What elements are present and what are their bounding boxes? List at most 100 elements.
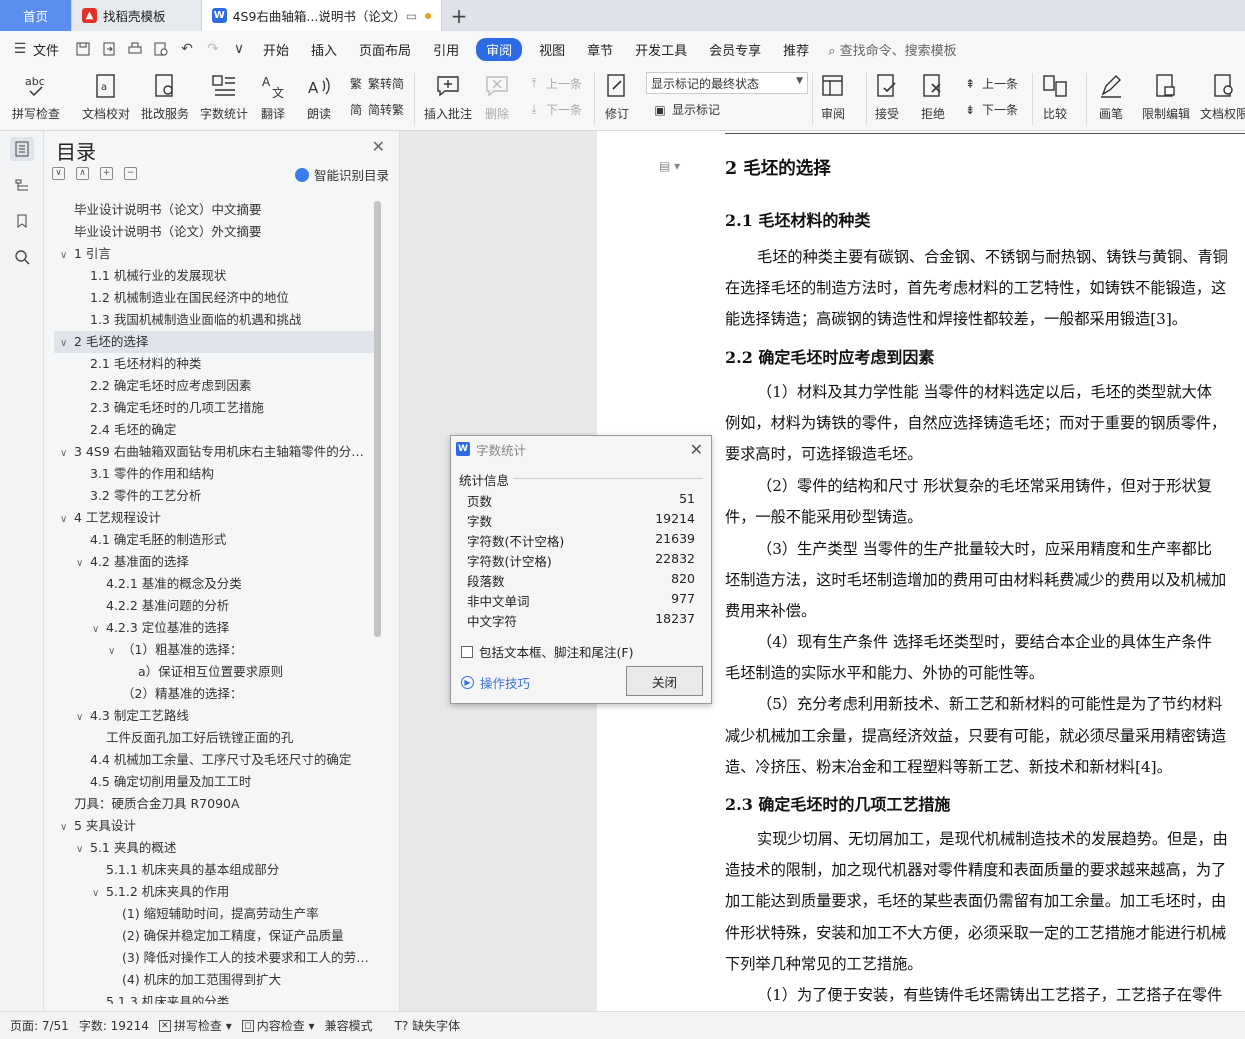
tab-document[interactable]: W 4S9右曲轴箱...说明书（论文） ▭ xyxy=(202,0,442,31)
dialog-titlebar[interactable]: W 字数统计 ✕ xyxy=(451,436,711,462)
word-count-button[interactable]: 字数统计 xyxy=(200,71,248,122)
accept-button[interactable]: 接受 xyxy=(872,71,902,122)
doc-check-button[interactable]: a 文档校对 xyxy=(82,71,130,122)
prev-comment-button[interactable]: ⤒ 上一条 xyxy=(526,75,582,92)
reject-button[interactable]: 拒绝 xyxy=(918,71,948,122)
delete-comment-button[interactable]: 删除 xyxy=(482,71,512,122)
chevron-down-icon[interactable]: ∨ xyxy=(60,817,74,837)
show-markup-button[interactable]: ▣ 显示标记 xyxy=(652,101,720,118)
toc-item[interactable]: 3.1 零件的作用和结构 xyxy=(54,463,374,485)
toc-item[interactable]: 1.1 机械行业的发展现状 xyxy=(54,265,374,287)
menu-tab-4[interactable]: 审阅 xyxy=(476,37,523,61)
menu-tab-8[interactable]: 会员专享 xyxy=(698,40,772,59)
menu-tab-9[interactable]: 推荐 xyxy=(772,40,820,59)
export-icon[interactable] xyxy=(101,41,117,57)
content-check-status[interactable]: ◻ 内容检查 ▾ xyxy=(241,1017,315,1034)
command-search[interactable]: ⌕ 查找命令、搜索模板 xyxy=(828,40,956,59)
toc-item[interactable]: 毕业设计说明书（论文）外文摘要 xyxy=(54,221,374,243)
chevron-down-icon[interactable]: ∨ xyxy=(60,245,74,265)
missing-font-status[interactable]: T? 缺失字体 xyxy=(395,1017,461,1034)
save-icon[interactable] xyxy=(75,41,91,57)
menu-tab-0[interactable]: 开始 xyxy=(252,40,300,59)
include-textbox-checkbox[interactable]: 包括文本框、脚注和尾注(F) xyxy=(461,642,633,661)
page-menu-icon[interactable]: ▤ ▾ xyxy=(659,159,680,173)
markup-state-select[interactable]: 显示标记的最终状态 ▼ xyxy=(646,72,808,94)
menu-tab-5[interactable]: 视图 xyxy=(528,40,576,59)
doc-permission-button[interactable]: 文档权限 xyxy=(1200,71,1245,122)
toc-item[interactable]: 5.1.3 机床夹具的分类 xyxy=(54,991,374,1004)
checkbox-box[interactable] xyxy=(461,645,473,658)
menu-tab-7[interactable]: 开发工具 xyxy=(624,40,698,59)
toc-item[interactable]: 3.2 零件的工艺分析 xyxy=(54,485,374,507)
chevron-down-icon[interactable]: ∨ xyxy=(60,509,74,529)
pen-button[interactable]: 画笔 xyxy=(1096,71,1126,122)
redo-icon[interactable]: ↷ xyxy=(205,41,221,57)
search-icon[interactable] xyxy=(10,245,34,269)
toc-item[interactable]: 2.4 毛坯的确定 xyxy=(54,419,374,441)
toc-item[interactable]: ∨ 1 引言 xyxy=(54,243,374,265)
toc-item[interactable]: ∨ 4.2 基准面的选择 xyxy=(54,551,374,573)
collapse-all-icon[interactable]: ∨ xyxy=(52,167,65,180)
chevron-down-icon[interactable]: ∨ xyxy=(76,707,90,727)
chevron-down-icon[interactable]: ∨ xyxy=(60,443,74,463)
toc-item[interactable]: ∨ 5.1.2 机床夹具的作用 xyxy=(54,881,374,903)
add-heading-icon[interactable]: + xyxy=(100,167,113,180)
toc-item[interactable]: 刀具：硬质合金刀具 R7090A xyxy=(54,793,374,815)
toc-item[interactable]: ∨ 2 毛坯的选择 xyxy=(54,331,374,353)
new-tab-plus-icon[interactable]: + xyxy=(442,0,476,31)
smart-toc-button[interactable]: 智能识别目录 xyxy=(294,165,389,184)
menu-tab-3[interactable]: 引用 xyxy=(422,40,470,59)
toc-item[interactable]: 1.3 我国机械制造业面临的机遇和挑战 xyxy=(54,309,374,331)
menu-tab-1[interactable]: 插入 xyxy=(300,40,348,59)
toc-item[interactable]: ∨ 5 夹具设计 xyxy=(54,815,374,837)
menu-file[interactable]: 文件 xyxy=(33,40,70,59)
toc-item[interactable]: (3) 降低对操作工人的技术要求和工人的劳动强... xyxy=(54,947,374,969)
hamburger-icon[interactable]: ☰ xyxy=(12,41,28,57)
toc-item[interactable]: (2) 确保并稳定加工精度，保证产品质量 xyxy=(54,925,374,947)
toc-item[interactable]: a）保证相互位置要求原则 xyxy=(54,661,374,683)
toc-item[interactable]: ∨ 5.1 夹具的概述 xyxy=(54,837,374,859)
toc-item[interactable]: 毕业设计说明书（论文）中文摘要 xyxy=(54,199,374,221)
toc-item[interactable]: ∨ 3 4S9 右曲轴箱双面钻专用机床右主轴箱零件的分析... xyxy=(54,441,374,463)
compat-mode-status[interactable]: 兼容模式 xyxy=(325,1017,373,1034)
chevron-down-icon[interactable]: ∨ xyxy=(76,839,90,859)
read-aloud-button[interactable]: A 朗读 xyxy=(304,71,334,122)
revise-button[interactable]: 修订 xyxy=(602,71,632,122)
toc-item[interactable]: 4.4 机械加工余量、工序尺寸及毛坯尺寸的确定 xyxy=(54,749,374,771)
toc-item[interactable]: ∨ 4.2.3 定位基准的选择 xyxy=(54,617,374,639)
tips-link[interactable]: ▶ 操作技巧 xyxy=(461,673,530,692)
more-icon[interactable]: ∨ xyxy=(231,41,247,57)
toc-item[interactable]: 2.1 毛坯材料的种类 xyxy=(54,353,374,375)
toc-item[interactable]: 4.2.1 基准的概念及分类 xyxy=(54,573,374,595)
compare-button[interactable]: 比较 xyxy=(1040,71,1070,122)
toc-item[interactable]: ∨ 4.3 制定工艺路线 xyxy=(54,705,374,727)
toc-item[interactable]: (1) 缩短辅助时间，提高劳动生产率 xyxy=(54,903,374,925)
spell-check-status[interactable]: ✕ 拼写检查 ▾ xyxy=(158,1017,232,1034)
close-icon[interactable]: ✕ xyxy=(372,137,385,156)
tab-home[interactable]: 首页 xyxy=(0,0,72,31)
bookmark-icon[interactable] xyxy=(10,209,34,233)
next-comment-button[interactable]: ⤓ 下一条 xyxy=(526,101,582,118)
remove-heading-icon[interactable]: − xyxy=(124,167,137,180)
history-icon[interactable] xyxy=(153,41,169,57)
print-icon[interactable] xyxy=(127,41,143,57)
simp-to-trad-button[interactable]: 简简转繁 xyxy=(348,101,404,118)
insert-comment-button[interactable]: 插入批注 xyxy=(424,71,472,122)
prev-change-button[interactable]: ⇞ 上一条 xyxy=(962,75,1018,92)
toc-item[interactable]: 工件反面孔加工好后铣镗正面的孔 xyxy=(54,727,374,749)
tab-template[interactable]: ▲ 找稻壳模板 xyxy=(72,0,202,31)
toc-item[interactable]: 4.1 确定毛胚的制造形式 xyxy=(54,529,374,551)
chevron-down-icon[interactable]: ∨ xyxy=(76,553,90,573)
toc-item[interactable]: 2.2 确定毛坯时应考虑到因素 xyxy=(54,375,374,397)
spell-check-button[interactable]: abc 拼写检查 xyxy=(12,71,60,122)
toc-item[interactable]: 2.3 确定毛坯时的几项工艺措施 xyxy=(54,397,374,419)
word-count-indicator[interactable]: 字数: 19214 xyxy=(79,1017,149,1034)
translate-button[interactable]: A文 翻译 xyxy=(258,71,288,122)
toc-item[interactable]: 1.2 机械制造业在国民经济中的地位 xyxy=(54,287,374,309)
close-icon[interactable]: ✕ xyxy=(690,440,703,459)
toc-item[interactable]: 4.5 确定切削用量及加工工时 xyxy=(54,771,374,793)
chevron-down-icon[interactable]: ∨ xyxy=(60,333,74,353)
navigation-icon[interactable] xyxy=(10,173,34,197)
chevron-down-icon[interactable]: ∨ xyxy=(92,883,106,903)
batch-service-button[interactable]: 批改服务 xyxy=(141,71,189,122)
